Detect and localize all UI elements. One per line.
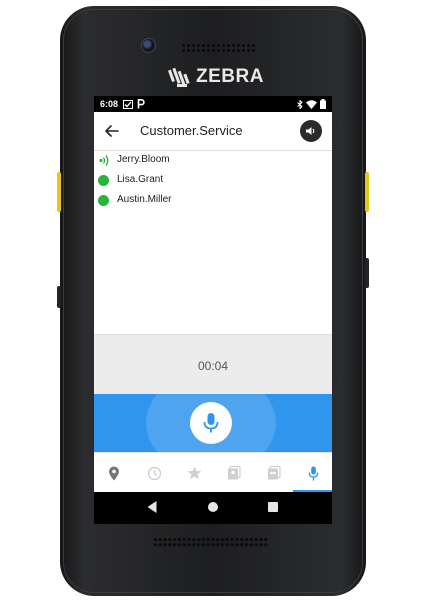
zebra-head-icon (168, 67, 190, 87)
home-circle-icon[interactable] (206, 500, 220, 514)
list-item[interactable]: Austin.Miller (94, 191, 332, 211)
app-bar: Customer.Service (94, 112, 332, 151)
member-name: Lisa.Grant (117, 174, 164, 185)
nav-history[interactable] (134, 453, 174, 493)
call-timer-area: 00:04 (94, 334, 332, 395)
brand-name: ZEBRA (196, 66, 264, 87)
notification-check-icon (123, 99, 134, 109)
back-triangle-icon[interactable] (146, 500, 158, 514)
earpiece-speaker (181, 43, 257, 52)
left-programmable-button[interactable] (57, 172, 61, 212)
page-title: Customer.Service (140, 123, 243, 138)
arrow-left-icon[interactable] (102, 121, 122, 141)
bottom-nav (94, 452, 332, 493)
star-icon (187, 466, 201, 480)
power-button[interactable] (365, 258, 369, 288)
nav-location[interactable] (94, 453, 134, 493)
volume-button[interactable] (300, 120, 322, 142)
history-clock-icon (147, 466, 161, 480)
push-to-talk-bar (94, 394, 332, 452)
volume-icon (306, 127, 315, 135)
online-status-dot (98, 175, 109, 186)
nav-groups[interactable] (254, 453, 294, 493)
bottom-speaker-grille (153, 537, 269, 548)
front-camera (141, 38, 156, 53)
contacts-icon (228, 466, 241, 480)
bluetooth-icon (297, 99, 303, 109)
wifi-icon (306, 99, 317, 109)
speaking-waves-icon (99, 155, 109, 166)
status-bar: 6:08 (94, 96, 332, 112)
call-timer: 00:04 (197, 359, 229, 373)
push-to-talk-button[interactable] (190, 402, 232, 444)
parking-p-icon (137, 99, 145, 109)
nav-favorites[interactable] (174, 453, 214, 493)
right-programmable-button[interactable] (365, 172, 369, 212)
list-item[interactable]: Jerry.Bloom (94, 151, 332, 171)
microphone-icon (203, 413, 219, 433)
list-item[interactable]: Lisa.Grant (94, 171, 332, 191)
microphone-icon (308, 466, 318, 480)
status-time: 6:08 (100, 99, 119, 109)
battery-icon (320, 99, 326, 109)
nav-ptt[interactable] (293, 453, 332, 493)
member-name: Jerry.Bloom (117, 154, 170, 165)
screen: 6:08 Customer.Service Jerry.Bloom Lisa.G… (94, 96, 332, 524)
brand-logo: ZEBRA (168, 66, 264, 88)
location-pin-icon (109, 466, 119, 480)
left-side-button[interactable] (57, 286, 61, 308)
recents-square-icon[interactable] (266, 500, 280, 514)
member-name: Austin.Miller (117, 194, 172, 205)
member-list: Jerry.Bloom Lisa.Grant Austin.Miller (94, 151, 332, 211)
online-status-dot (98, 195, 109, 206)
groups-icon (268, 466, 281, 480)
nav-contacts[interactable] (214, 453, 254, 493)
system-navigation-bar (94, 492, 332, 524)
